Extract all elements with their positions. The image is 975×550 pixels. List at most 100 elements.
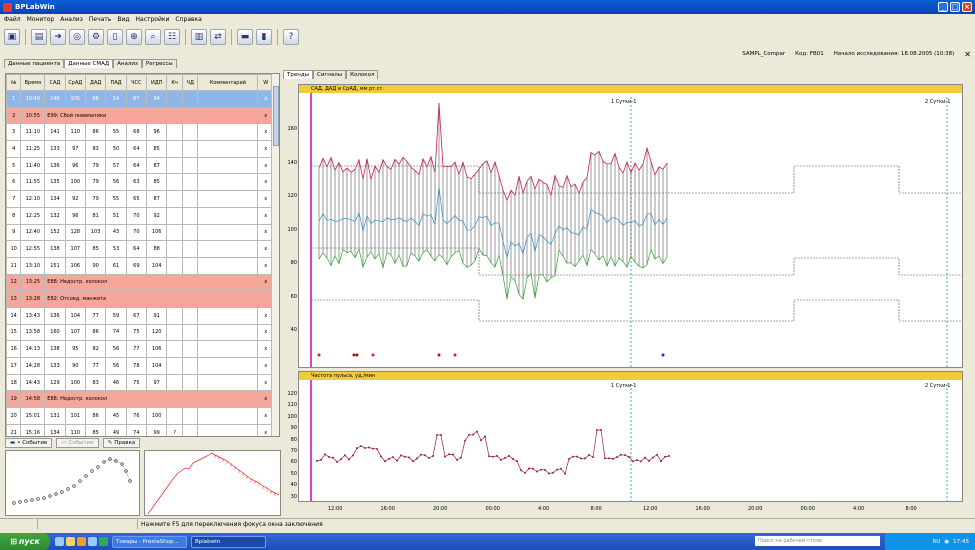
settings-icon[interactable]: ⚙ [88, 29, 104, 45]
network-icon[interactable]: ◉ [944, 539, 949, 545]
table-row[interactable]: 4 11:25 133 97 83 50 64 85 x [6, 140, 274, 158]
cell-value: 160 [44, 323, 66, 342]
table-row[interactable]: 20 15:01 131 101 86 45 76 100 x [6, 407, 274, 425]
cell-kch [166, 373, 183, 392]
column-header[interactable]: САД [44, 74, 66, 91]
compare-icon[interactable]: ⇄ [210, 29, 226, 45]
menu-item-5[interactable]: Настройки [136, 16, 170, 23]
hr-point [520, 469, 522, 472]
close-panel-icon[interactable]: ✕ [964, 50, 971, 59]
tab-3[interactable]: Регрессы [141, 59, 177, 68]
table-row[interactable]: 7 12:10 134 92 79 55 65 87 x [6, 190, 274, 208]
edit-label: Правка [114, 440, 136, 446]
menu-item-3[interactable]: Печать [89, 16, 111, 23]
table-icon[interactable]: ☷ [164, 29, 180, 45]
search-icon[interactable]: ⌕ [145, 29, 161, 45]
column-header[interactable]: СрАД [64, 74, 86, 91]
mail-icon[interactable] [88, 537, 97, 546]
hr-point [460, 456, 462, 459]
column-header[interactable]: № [6, 74, 22, 91]
column-header[interactable]: ИДП [146, 74, 168, 91]
table-row[interactable]: 8 12:25 132 96 81 51 70 92 x [6, 206, 274, 225]
folder-icon[interactable] [66, 537, 75, 546]
column-header[interactable]: Кч [166, 74, 183, 91]
menu-item-1[interactable]: Монитор [27, 16, 55, 23]
desktop-search-input[interactable]: Поиск на рабочем столе [755, 536, 880, 546]
cell-kch [166, 340, 183, 358]
tab-0[interactable]: Данные пациента [4, 59, 65, 68]
table-row[interactable]: 21 15:16 134 110 85 49 74 99? x [6, 423, 274, 436]
table-scrollbar[interactable] [271, 74, 279, 436]
help-icon[interactable]: ? [283, 29, 299, 45]
table-row[interactable]: 5 11:40 136 96 79 57 64 87 x [6, 156, 274, 175]
table-row[interactable]: 14 13:43 136 104 77 59 67 91 x [6, 306, 274, 325]
column-header[interactable]: ДАД [84, 74, 107, 91]
hr-point [620, 453, 622, 456]
menu-item-4[interactable]: Вид [117, 16, 129, 23]
monitor-icon[interactable]: ◎ [69, 29, 85, 45]
column-header[interactable]: Комментарий [197, 74, 259, 91]
task-bplabwin[interactable]: Bplabwin [191, 535, 266, 548]
table-row[interactable]: 6 11:55 135 100 79 56 63 85 x [6, 173, 274, 192]
add-event-button[interactable]: ▬ • Событие [5, 438, 53, 448]
save-icon[interactable]: ▣ [4, 29, 20, 45]
column-header[interactable]: ЧСС [125, 74, 148, 91]
print-preview-icon[interactable]: ▯ [107, 29, 123, 45]
start-button[interactable]: ⊞ пуск [0, 533, 50, 550]
chart-tab-2[interactable]: Колокол [346, 70, 379, 79]
bp-trend-panel: САД, ДАД и СрАД, мм рт.ст. 1 Сутки-1 2 Су… [298, 84, 963, 368]
table-row[interactable]: 1 10:40 140 105 86 54 67 94 x [6, 90, 274, 108]
system-tray: RU ◉ 17:45 [885, 533, 975, 550]
language-indicator[interactable]: RU [932, 539, 940, 545]
table-row[interactable]: 11 13:10 151 106 90 61 69 104 x [6, 256, 274, 275]
cell-chd [181, 190, 199, 208]
maximize-button[interactable]: □ [950, 2, 960, 12]
table-row[interactable]: 13 13:28 E82: Отсоед. манжета [6, 290, 274, 308]
table-row[interactable]: 9 12:40 152 128 103 43 70 106 x [6, 223, 274, 242]
cell-value: 57 [105, 156, 127, 175]
device2-icon[interactable]: ▮ [256, 29, 272, 45]
table-row[interactable]: 18 14:43 129 100 83 46 75 97 x [6, 373, 274, 392]
close-button[interactable]: × [962, 2, 972, 12]
task-prestashop[interactable]: Товары - PrestaShop... [112, 535, 187, 548]
table-row[interactable]: 19 14:58 E88: Недостр. колокол x [6, 390, 274, 409]
chart-tab-0[interactable]: Тренды [283, 70, 313, 79]
table-row[interactable]: 3 11:10 141 110 86 55 68 96 x [6, 123, 274, 142]
chart-icon[interactable]: ▥ [191, 29, 207, 45]
menu-item-6[interactable]: Справка [175, 16, 201, 23]
table-row[interactable]: 16 14:13 138 95 82 56 77 106 x [6, 340, 274, 358]
x-tick-label: 20:00 [433, 506, 448, 512]
zoom-icon[interactable]: ⊕ [126, 29, 142, 45]
table-row[interactable]: 17 14:28 133 90 77 56 78 104 x [6, 357, 274, 375]
device-icon[interactable]: ▬ [237, 29, 253, 45]
column-header[interactable]: Время [20, 74, 46, 91]
hr-point [424, 454, 426, 457]
tab-1[interactable]: Данные СМАД [64, 59, 114, 68]
remove-event-button[interactable]: ▭ Событие [56, 438, 99, 448]
export-icon[interactable]: ➜ [50, 29, 66, 45]
column-header[interactable]: ЧД [181, 74, 199, 91]
x-tick-label: 12:00 [328, 506, 343, 512]
table-row[interactable]: 15 13:58 160 107 86 74 75 120 x [6, 323, 274, 342]
open-icon[interactable]: ▤ [31, 29, 47, 45]
table-row[interactable]: 12 13:25 E88: Недостр. колокол x [6, 273, 274, 292]
edit-button[interactable]: ✎ Правка [102, 438, 141, 448]
minimize-button[interactable]: _ [938, 2, 948, 12]
hr-point [612, 457, 614, 460]
column-header[interactable]: ПАД [105, 74, 127, 91]
tab-2[interactable]: Анализ [113, 59, 142, 68]
hr-point [468, 433, 470, 436]
x-tick-label: 20:00 [748, 506, 763, 512]
table-row[interactable]: 10 12:55 138 107 85 53 64 88 x [6, 240, 274, 258]
desktop-icon[interactable] [55, 537, 64, 546]
cell-value: 85 [146, 140, 168, 158]
chart-tab-1[interactable]: Сигналы [312, 70, 347, 79]
menu-item-0[interactable]: Файл [4, 16, 21, 23]
browser-icon[interactable] [77, 537, 86, 546]
table-row[interactable]: 2 10:55 E99: Сбой пневматики x [6, 106, 274, 125]
scrollbar-thumb[interactable] [273, 86, 279, 146]
cell-comment [197, 357, 259, 375]
menu-item-2[interactable]: Анализ [60, 16, 83, 23]
app-icon-ql[interactable] [99, 537, 108, 546]
hr-point [336, 460, 338, 463]
